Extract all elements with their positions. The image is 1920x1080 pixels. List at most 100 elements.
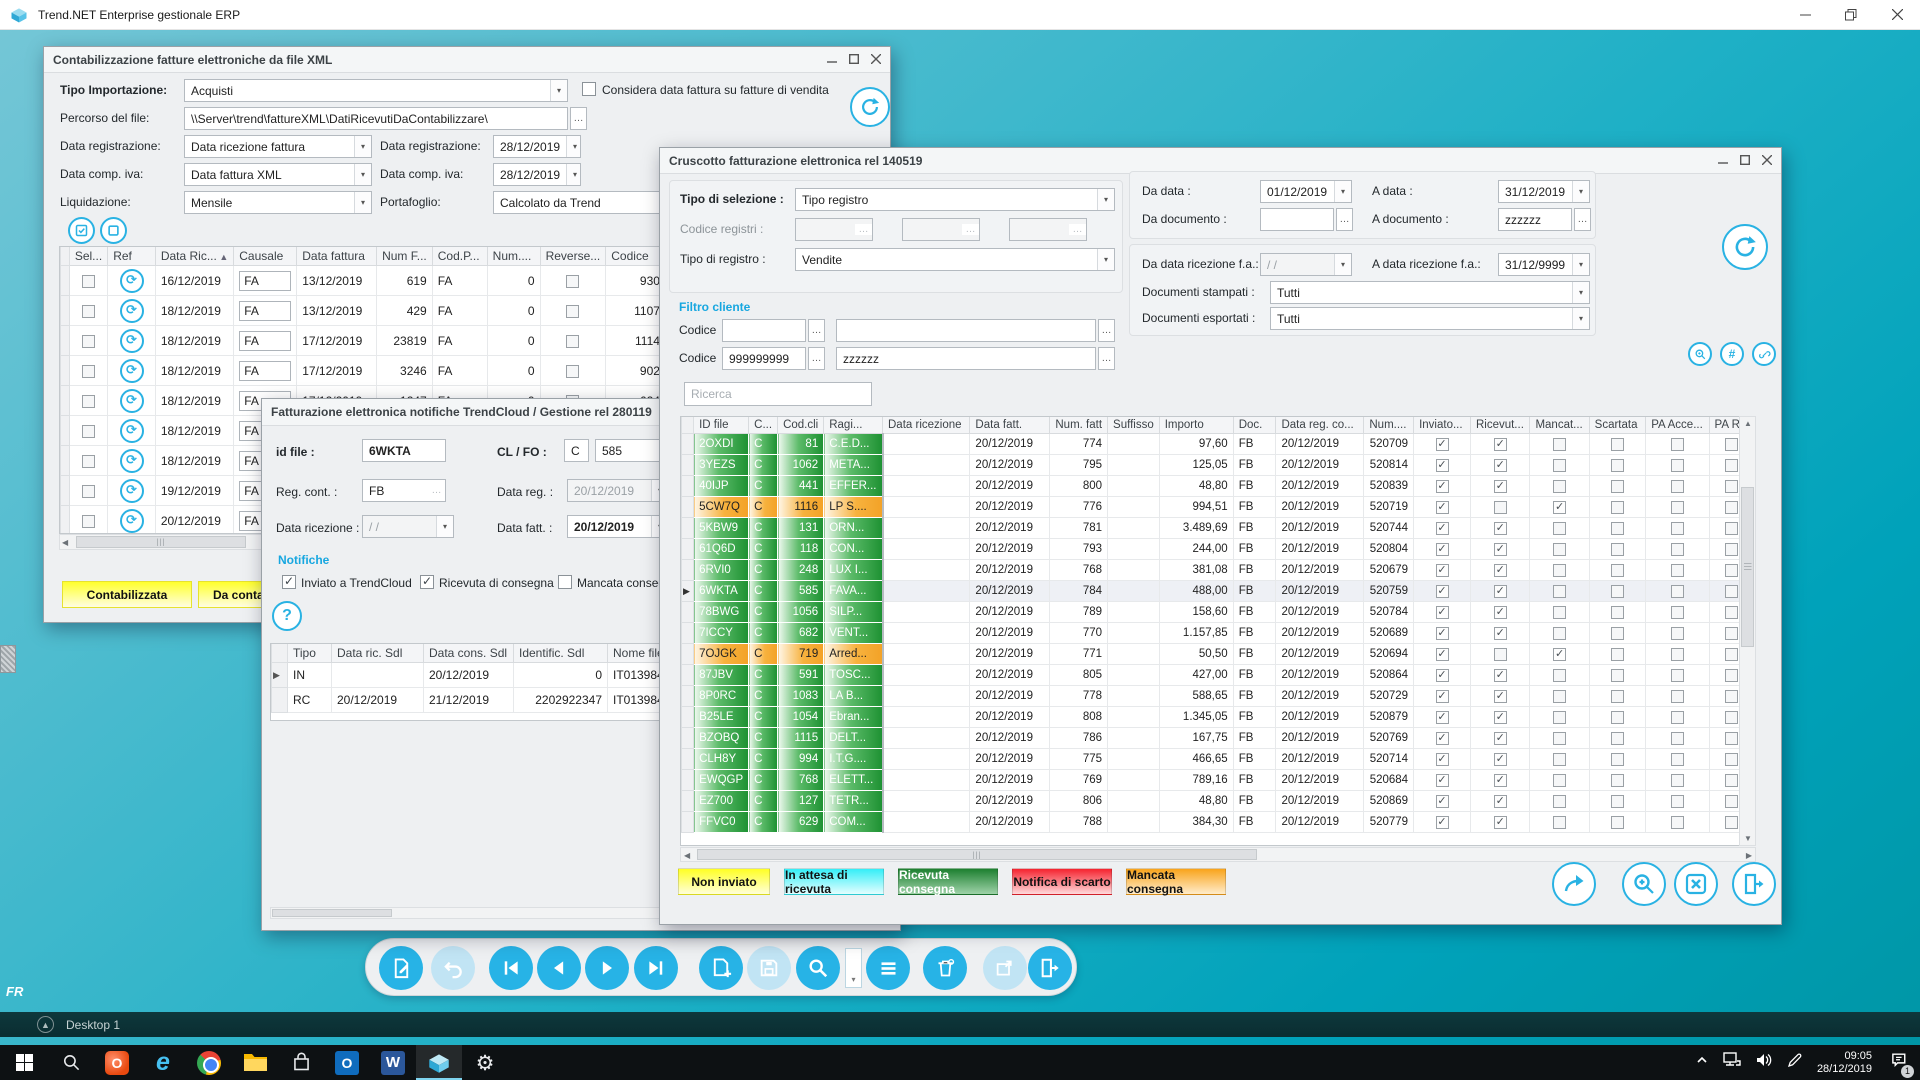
grid-checkbox[interactable] [1725, 753, 1738, 766]
grid-checkbox[interactable] [1725, 774, 1738, 787]
previous-record-icon[interactable] [537, 946, 581, 990]
cruscotto-row[interactable]: 87JBVC591TOSC...20/12/2019805427,00FB20/… [682, 665, 1755, 686]
grid-checkbox[interactable]: ✓ [1436, 522, 1449, 535]
a-documento-input[interactable]: zzzzzz [1498, 208, 1572, 231]
grid-checkbox[interactable]: ✓ [1494, 564, 1507, 577]
grid-checkbox[interactable] [1553, 543, 1566, 556]
trend-erp-icon[interactable] [416, 1045, 462, 1080]
documenti-stampati-select[interactable]: Tutti▾ [1270, 281, 1590, 304]
grid-checkbox[interactable] [82, 395, 95, 408]
liquidazione-select[interactable]: Mensile▾ [184, 191, 372, 214]
tipo-selezione-select[interactable]: Tipo registro▾ [795, 188, 1115, 211]
grid-checkbox[interactable] [1611, 627, 1624, 640]
row-refresh-icon[interactable]: ⟳ [120, 269, 144, 293]
grid-checkbox[interactable] [82, 515, 95, 528]
codice1-desc-input[interactable] [836, 319, 1096, 342]
a-data-picker[interactable]: 31/12/2019▾ [1498, 180, 1590, 203]
grid-checkbox[interactable] [1671, 480, 1684, 493]
search-plus-icon[interactable] [1688, 342, 1712, 366]
row-refresh-icon[interactable]: ⟳ [120, 509, 144, 533]
row-refresh-icon[interactable]: ⟳ [120, 389, 144, 413]
grid-checkbox[interactable] [82, 305, 95, 318]
grid-checkbox[interactable] [1553, 522, 1566, 535]
ricerca-input[interactable] [684, 382, 872, 406]
network-icon[interactable] [1723, 1052, 1741, 1073]
store-icon[interactable] [278, 1045, 324, 1080]
next-record-icon[interactable] [585, 946, 629, 990]
grid-checkbox[interactable] [82, 425, 95, 438]
grid-checkbox[interactable]: ✓ [1436, 585, 1449, 598]
column-header[interactable]: Num F... [377, 247, 433, 266]
last-record-icon[interactable] [634, 946, 678, 990]
codice1-input[interactable] [722, 319, 806, 342]
grid-checkbox[interactable] [1611, 459, 1624, 472]
grid-checkbox[interactable] [1553, 606, 1566, 619]
edge-icon[interactable]: e [140, 1045, 186, 1080]
grid-checkbox[interactable]: ✓ [1436, 816, 1449, 829]
close-icon[interactable] [1762, 154, 1772, 168]
grid-checkbox[interactable] [1725, 564, 1738, 577]
column-header[interactable]: Tipo [288, 644, 332, 663]
grid-checkbox[interactable]: ✓ [1436, 543, 1449, 556]
grid-checkbox[interactable] [566, 335, 579, 348]
grid-checkbox[interactable] [1725, 501, 1738, 514]
column-header[interactable]: PA Acce... [1646, 417, 1709, 434]
grid-checkbox[interactable]: ✓ [1494, 480, 1507, 493]
cruscotto-row[interactable]: 8P0RCC1083LA B...20/12/2019778588,65FB20… [682, 686, 1755, 707]
grid-checkbox[interactable]: ✓ [1494, 627, 1507, 640]
grid-checkbox[interactable]: ✓ [1494, 585, 1507, 598]
grid-checkbox[interactable] [1725, 543, 1738, 556]
codice2-input[interactable]: 999999999 [722, 347, 806, 370]
row-refresh-icon[interactable]: ⟳ [120, 419, 144, 443]
grid-checkbox[interactable]: ✓ [1436, 753, 1449, 766]
grid-checkbox[interactable] [566, 275, 579, 288]
edit-icon[interactable] [379, 946, 423, 990]
documenti-esportati-select[interactable]: Tutti▾ [1270, 307, 1590, 330]
grid-checkbox[interactable]: ✓ [1494, 669, 1507, 682]
grid-checkbox[interactable] [1725, 690, 1738, 703]
column-header[interactable]: Sel... [69, 247, 107, 266]
grid-checkbox[interactable] [1671, 732, 1684, 745]
column-header[interactable]: Doc. [1233, 417, 1276, 434]
grid-checkbox[interactable]: ✓ [1494, 522, 1507, 535]
row-refresh-icon[interactable]: ⟳ [120, 299, 144, 323]
cl-fo-type-input[interactable]: C [564, 439, 589, 462]
column-header[interactable]: Identific. Sdl [514, 644, 608, 663]
delete-icon[interactable] [923, 946, 967, 990]
grid-checkbox[interactable] [1553, 816, 1566, 829]
deselect-all-icon[interactable] [100, 217, 127, 244]
grid-checkbox[interactable] [1725, 459, 1738, 472]
grid-checkbox[interactable] [1725, 711, 1738, 724]
cruscotto-row[interactable]: 7OJGKC719Arred...20/12/201977150,50FB20/… [682, 644, 1755, 665]
legend-orange-button[interactable]: Mancata consegna [1126, 868, 1226, 895]
grid-checkbox[interactable]: ✓ [1436, 459, 1449, 472]
column-header[interactable]: Suffisso [1108, 417, 1160, 434]
grid-checkbox[interactable] [1671, 543, 1684, 556]
notifica-checkbox[interactable] [420, 575, 434, 589]
grid-checkbox[interactable] [1671, 564, 1684, 577]
grid-checkbox[interactable]: ✓ [1436, 438, 1449, 451]
minimize-icon[interactable] [827, 53, 837, 67]
data-fatt-picker[interactable]: 20/12/2019▾ [567, 515, 669, 538]
grid-checkbox[interactable] [1553, 795, 1566, 808]
grid-checkbox[interactable] [1671, 711, 1684, 724]
refresh-icon[interactable] [850, 87, 890, 127]
grid-checkbox[interactable]: ✓ [1494, 816, 1507, 829]
grid-checkbox[interactable] [1611, 711, 1624, 724]
grid-checkbox[interactable] [82, 455, 95, 468]
cruscotto-row[interactable]: B25LEC1054Ebran...20/12/20198081.345,05F… [682, 707, 1755, 728]
column-header[interactable]: Ragi... [824, 417, 883, 434]
data-comp-iva-date[interactable]: 28/12/2019▾ [493, 163, 581, 186]
codice1-desc-browse-button[interactable]: … [1098, 319, 1115, 342]
grid-checkbox[interactable] [1553, 732, 1566, 745]
cruscotto-row[interactable]: FFVC0C629COM...20/12/2019788384,30FB20/1… [682, 812, 1755, 833]
grid-checkbox[interactable] [1611, 648, 1624, 661]
grid-checkbox[interactable] [1611, 501, 1624, 514]
a-documento-browse-button[interactable]: … [1574, 208, 1591, 231]
grid-checkbox[interactable] [1553, 753, 1566, 766]
row-refresh-icon[interactable]: ⟳ [120, 449, 144, 473]
cruscotto-hscrollbar[interactable]: ◀ ▶ ||| [680, 847, 1756, 862]
data-registrazione-date[interactable]: 28/12/2019▾ [493, 135, 581, 158]
grid-checkbox[interactable] [1671, 459, 1684, 472]
grid-checkbox[interactable] [1725, 795, 1738, 808]
